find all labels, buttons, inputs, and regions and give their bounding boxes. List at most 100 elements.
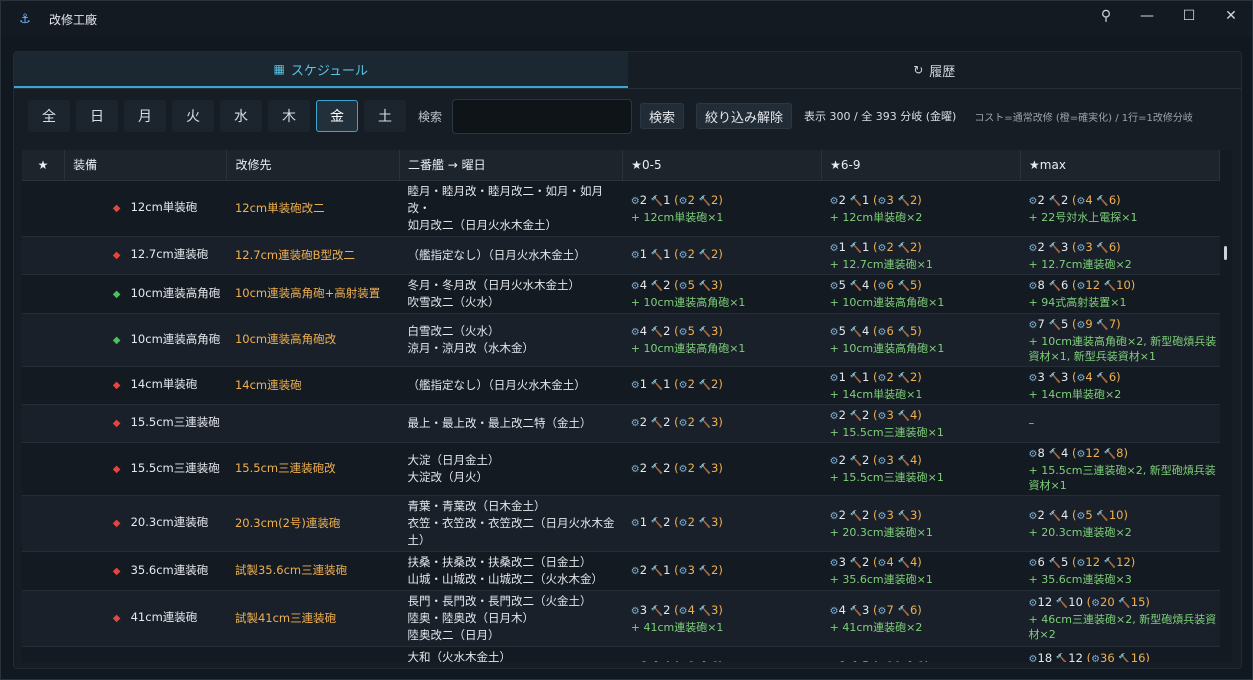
screw-count: 2 (663, 460, 671, 475)
main-gun-icon: ◆ (112, 518, 121, 529)
guaranteed-screw-count: 16 (1130, 651, 1146, 662)
screw-count: 5 (1060, 316, 1069, 331)
guaranteed-screw-count: 15 (1130, 595, 1146, 609)
dev-material-count: 4 (639, 324, 648, 338)
ship-day-cell: 最上・最上改・最上改二特（金土） (399, 404, 623, 443)
screw-icon: 🔨 (650, 327, 664, 338)
screw-count: 4 (862, 324, 870, 338)
cost-line: ⚙2 🔨2 (⚙4 🔨6) (1029, 192, 1218, 210)
search-button[interactable]: 検索 (640, 103, 685, 129)
dev-material-icon: ⚙ (1028, 510, 1038, 522)
table-row[interactable]: ◆ 15.5cm三連装砲 15.5cm三連装砲改 大淀（日月金土） 大淀改（月火） ⚙2 … (22, 442, 1220, 496)
dev-material-icon: ⚙ (1028, 448, 1038, 460)
tab-schedule[interactable]: ▦ スケジュール (14, 52, 628, 88)
clear-filter-button[interactable]: 絞り込み解除 (696, 103, 793, 129)
guaranteed-dev-material-count: 4 (687, 602, 695, 617)
table-row[interactable]: ◆ 35.6cm連装砲 試製35.6cm三連装砲 扶桑・扶桑改・扶桑改二（日金土） 山城… (22, 551, 1220, 591)
guaranteed-dev-material-count: 2 (687, 415, 695, 429)
dev-material-icon: ⚙ (678, 250, 688, 261)
search-label: 検索 (418, 109, 443, 124)
screw-count: 2 (1060, 192, 1069, 207)
guaranteed-screw-count: 3 (711, 460, 719, 475)
dev-material-count: 1 (639, 377, 648, 391)
dev-material-icon: ⚙ (630, 195, 640, 207)
equipment-cell: ◆46cm三連装砲 (64, 646, 227, 662)
equipment-cell: ◆ 12cm単装砲 (64, 180, 227, 237)
column-header-star-0-5[interactable]: ★0-5 (622, 150, 823, 181)
guaranteed-screw-count: 2 (711, 192, 719, 207)
cost-line: ⚙2 🔨3 (⚙3 🔨6) (1029, 239, 1218, 257)
guaranteed-dev-material-count: 5 (1085, 507, 1093, 522)
column-header-ship-day[interactable]: 二番艦 → 曜日 (399, 150, 624, 181)
dev-material-count: 1 (838, 239, 846, 254)
table-row[interactable]: ◆ 10cm連装高角砲 10cm連装高角砲改 白雪改二（火水） 涼月・涼月改（水木金） ⚙… (22, 313, 1220, 367)
dev-material-count: 2 (1037, 239, 1045, 254)
screw-count: 1 (862, 239, 870, 254)
guaranteed-screw-count: 2 (711, 562, 719, 577)
cost-line: ⚙4 🔨3 (⚙7 🔨6) (830, 602, 1019, 620)
guaranteed-cost: (⚙5 🔨3) (674, 324, 723, 338)
screw-icon: 🔨 (650, 518, 664, 529)
required-material: + 15.5cm三連装砲×1 (829, 471, 944, 484)
day-filter-fri[interactable]: 金 (316, 100, 358, 132)
day-filter-all[interactable]: 全 (28, 100, 70, 132)
dev-material-icon: ⚙ (1028, 654, 1038, 662)
column-header-star[interactable]: ★ (22, 150, 66, 181)
equipment-name: 10cm連装高角砲 (130, 331, 221, 346)
table-row[interactable]: ◆ 15.5cm三連装砲 最上・最上改・最上改二特（金土） ⚙2 🔨2 (⚙2 🔨3)… (22, 404, 1220, 443)
day-filter-mon[interactable]: 月 (124, 100, 166, 132)
ship-day-line: 山城・山城改・山城改二（火水木金） (407, 571, 603, 586)
day-filter-sat[interactable]: 土 (364, 100, 406, 132)
cost-star-0-5-cell: ⚙2 🔨2 (⚙2 🔨3) (622, 442, 822, 496)
table-row[interactable]: ◆ 20.3cm連装砲 20.3cm(2号)連装砲 青葉・青葉改（日木金土） 衣笠・衣笠… (22, 495, 1220, 552)
day-filter-tue[interactable]: 火 (172, 100, 214, 132)
table-row[interactable]: ◆ 14cm単装砲 14cm連装砲 （艦指定なし）（日月火水木金土） ⚙1 🔨1 (⚙2… (22, 366, 1220, 405)
column-header-star-max[interactable]: ★max (1020, 150, 1220, 181)
aa-gun-icon: ◆ (112, 334, 121, 346)
screw-icon: 🔨 (897, 372, 910, 384)
cost-line: ⚙8 🔨4 (⚙12 🔨8) (1029, 445, 1218, 463)
cost-star-max-cell: – (1020, 404, 1220, 443)
screw-icon: 🔨 (699, 662, 711, 663)
day-filter-wed[interactable]: 水 (220, 100, 262, 132)
table-row[interactable]: ◆ 10cm連装高角砲 10cm連装高角砲+高射装置 冬月・冬月改（日月火水木金土） 吹… (22, 274, 1220, 314)
screw-icon: 🔨 (897, 195, 910, 207)
guaranteed-cost: (⚙2 🔨3) (674, 515, 723, 529)
ship-day-cell: 扶桑・扶桑改・扶桑改二（日金土） 山城・山城改・山城改二（火水木金） (399, 551, 623, 591)
table-row[interactable]: ◆ 12cm単装砲 12cm単装砲改二 睦月・睦月改・睦月改二・如月・如月改・ 如月改二… (22, 180, 1220, 237)
schedule-table-container[interactable]: ★ 装備 改修先 二番艦 → 曜日 ★0-5 ★6-9 ★max ◆ 12cm単装… (22, 150, 1232, 662)
guaranteed-cost: (⚙6 🔨5) (873, 278, 922, 292)
day-filter-thu[interactable]: 木 (268, 100, 310, 132)
column-header-equipment[interactable]: 装備 (64, 150, 228, 181)
guaranteed-cost: (⚙20 🔨15) (1086, 595, 1150, 609)
table-scrollbar[interactable] (1224, 246, 1227, 260)
pin-icon[interactable]: ⚲ (1086, 1, 1126, 31)
minimize-button[interactable]: — (1126, 1, 1168, 31)
day-filter-sun[interactable]: 日 (76, 100, 118, 132)
maximize-button[interactable]: ☐ (1168, 1, 1210, 31)
dev-material-count: 4 (838, 602, 846, 617)
dev-material-count: 2 (1037, 507, 1045, 522)
table-row[interactable]: ◆ 41cm連装砲 試製41cm三連装砲 長門・長門改・長門改二（火金土） 陸奥・陸奥改… (22, 590, 1220, 647)
close-button[interactable]: ✕ (1210, 1, 1252, 31)
tab-history[interactable]: ↻ 履歴 (628, 52, 1242, 88)
screw-icon: 🔨 (897, 510, 910, 522)
table-row[interactable]: ◆ 12.7cm連装砲 12.7cm連装砲B型改二 （艦指定なし）（日月火水木金土） ⚙… (22, 236, 1220, 275)
cost-star-6-9-cell: ⚙2 🔨2 (⚙3 🔨4) + 15.5cm三連装砲×1 (821, 404, 1021, 443)
history-icon: ↻ (913, 63, 924, 77)
equipment-cell: ◆ 41cm連装砲 (64, 590, 227, 647)
equipment-name: 12.7cm連装砲 (130, 247, 209, 261)
dev-material-count: 2 (639, 562, 648, 577)
dev-material-count: 1 (838, 369, 846, 384)
screw-icon: 🔨 (650, 380, 664, 391)
screw-icon: 🔨 (1096, 319, 1109, 331)
screw-count: 1 (862, 192, 870, 207)
column-header-star-6-9[interactable]: ★6-9 (821, 150, 1022, 181)
guaranteed-dev-material-count: 3 (886, 407, 894, 422)
ship-day-cell: 睦月・睦月改・睦月改二・如月・如月改・ 如月改二（日月火水木金土） (399, 180, 623, 237)
screw-count: 3 (1060, 369, 1069, 384)
column-header-upgrade-target[interactable]: 改修先 (226, 150, 400, 181)
table-row[interactable]: ◆46cm三連装砲46cm三連装砲改大和（火水木金土）大和改（火水木）武蔵（日月… (22, 646, 1220, 662)
ship-day-line: （艦指定なし）（日月火水木金土） (407, 247, 586, 262)
search-input[interactable] (452, 98, 633, 134)
